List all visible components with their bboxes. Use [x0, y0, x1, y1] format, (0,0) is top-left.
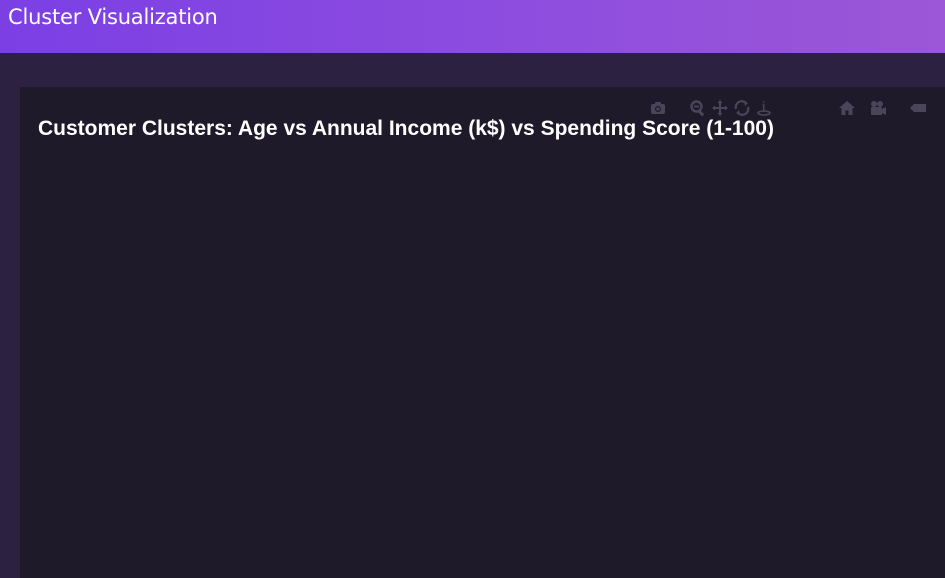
orbit-rotation-icon[interactable] — [731, 97, 753, 119]
app-header: Cluster Visualization — [0, 0, 945, 53]
turntable-rotation-icon[interactable]: z — [753, 97, 775, 119]
content-area: z Customer Clusters: Age vs Annual Incom… — [0, 53, 945, 578]
camera-icon[interactable] — [647, 97, 669, 119]
chart-title: Customer Clusters: Age vs Annual Income … — [38, 117, 774, 140]
home-icon[interactable] — [836, 97, 858, 119]
zoom-icon[interactable] — [687, 97, 709, 119]
plot-modebar: z — [647, 97, 945, 119]
app-title: Cluster Visualization — [8, 5, 218, 29]
plot-panel[interactable]: z Customer Clusters: Age vs Annual Incom… — [20, 87, 945, 578]
pan-icon[interactable] — [709, 97, 731, 119]
camera-view-icon[interactable] — [867, 97, 889, 119]
hover-label-icon[interactable] — [907, 97, 929, 119]
